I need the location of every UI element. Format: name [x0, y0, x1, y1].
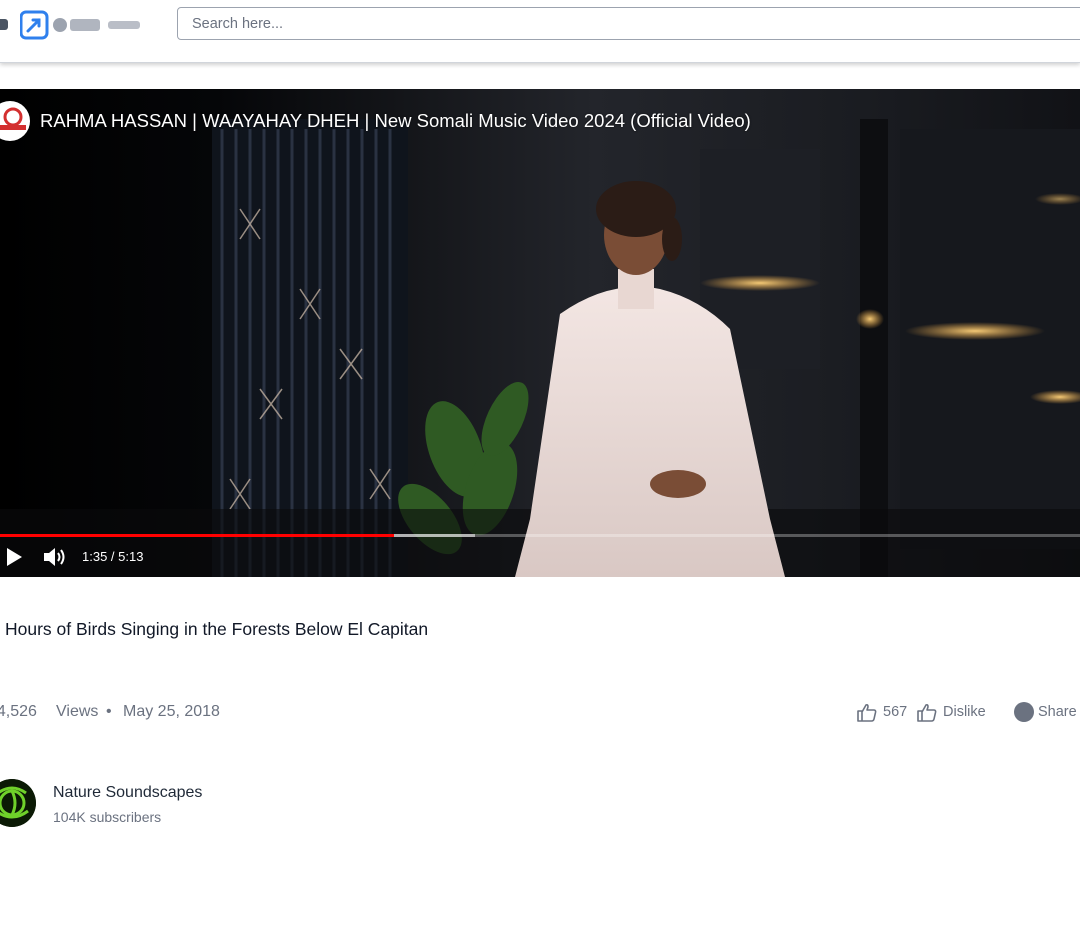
like-button[interactable]: 567 [857, 702, 907, 722]
subscriber-count: 104K subscribers [53, 809, 162, 825]
share-label: Share [1038, 704, 1077, 720]
volume-icon[interactable] [43, 546, 67, 568]
like-count: 567 [883, 704, 908, 720]
share-button[interactable]: Share [1014, 702, 1077, 722]
meta-separator: • [106, 703, 112, 720]
upload-date: May 25, 2018 [123, 703, 220, 720]
views-label: Views [56, 703, 99, 720]
menu-icon[interactable] [0, 19, 8, 30]
time-display: 1:35 / 5:13 [82, 549, 144, 564]
player-controls: 1:35 / 5:13 [0, 537, 1080, 577]
video-player[interactable]: RAHMA HASSAN | WAAYAHAY DHEH | New Somal… [0, 89, 1080, 577]
top-header [0, 0, 1080, 63]
dislike-button[interactable]: Dislike [917, 702, 986, 722]
views-count: 94,526 [0, 703, 37, 720]
dislike-label: Dislike [943, 704, 986, 720]
thumbs-up-icon [857, 703, 877, 722]
play-icon[interactable] [4, 547, 24, 567]
video-frame [0, 89, 1080, 577]
video-title: Hours of Birds Singing in the Forests Be… [5, 619, 429, 639]
player-video-title[interactable]: RAHMA HASSAN | WAAYAHAY DHEH | New Somal… [40, 110, 751, 132]
site-logo-icon[interactable] [19, 9, 146, 41]
share-icon [1014, 702, 1034, 722]
thumbs-down-icon [917, 703, 937, 722]
channel-name[interactable]: Nature Soundscapes [53, 784, 202, 802]
search-input[interactable] [177, 7, 1080, 40]
channel-avatar[interactable] [0, 779, 36, 827]
